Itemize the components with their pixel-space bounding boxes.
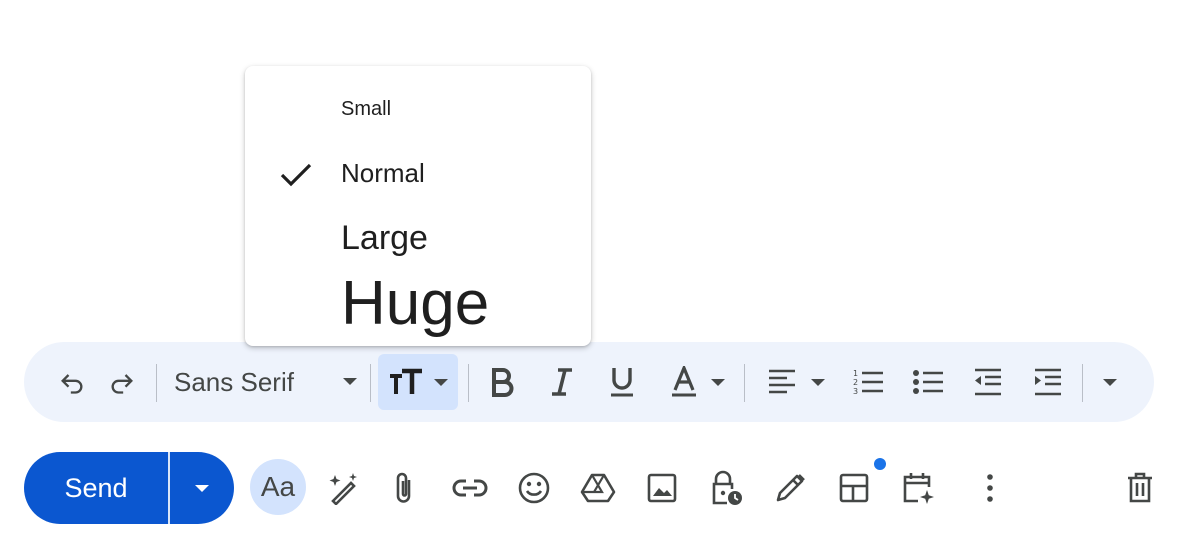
menu-item-label: Large [341,219,428,257]
bold-icon[interactable] [482,356,522,408]
chevron-down-icon [432,375,450,389]
confidential-icon[interactable] [700,462,752,514]
text-size-menu: Small Normal Large Huge [245,66,591,346]
underline-icon[interactable] [602,356,642,408]
send-button-group: Send [24,452,234,524]
undo-icon[interactable] [52,356,92,408]
photo-icon[interactable] [636,462,688,514]
link-icon[interactable] [444,462,496,514]
svg-text:2: 2 [853,378,858,387]
menu-item-huge[interactable]: Huge [245,266,591,342]
formatting-toolbar: Sans Serif 123 [24,342,1154,422]
help-me-write-icon[interactable] [318,462,370,514]
numbered-list-icon[interactable]: 123 [848,356,888,408]
chevron-down-icon [192,481,212,495]
menu-item-label: Normal [341,158,425,188]
italic-icon[interactable] [542,356,582,408]
more-formatting-icon[interactable] [1098,356,1122,408]
toolbar-divider [370,364,371,402]
indent-more-icon[interactable] [1028,356,1068,408]
formatting-options-button[interactable]: Aa [250,459,306,515]
toolbar-divider [156,364,157,402]
bulleted-list-icon[interactable] [908,356,948,408]
send-button[interactable]: Send [24,452,168,524]
text-size-icon [388,366,424,398]
font-family-value: Sans Serif [174,366,294,397]
redo-icon[interactable] [102,356,142,408]
toolbar-divider [468,364,469,402]
schedule-icon[interactable] [892,462,944,514]
toolbar-divider [1082,364,1083,402]
checkmark-icon [279,160,313,190]
drive-icon[interactable] [572,462,624,514]
formatting-options-label: Aa [260,471,296,502]
new-feature-dot [874,458,886,470]
send-options-button[interactable] [170,452,234,524]
menu-item-small[interactable]: Small [245,88,591,128]
toolbar-divider [744,364,745,402]
svg-text:3: 3 [853,387,858,396]
text-color-icon[interactable] [664,356,704,408]
menu-item-label: Huge [341,269,490,338]
align-icon[interactable] [762,356,802,408]
more-options-icon[interactable] [964,462,1016,514]
chevron-down-icon [341,374,359,388]
indent-less-icon[interactable] [968,356,1008,408]
menu-item-large[interactable]: Large [245,214,591,266]
menu-item-normal[interactable]: Normal [245,150,591,198]
chevron-down-icon[interactable] [706,356,730,408]
text-size-button[interactable] [378,354,458,410]
menu-item-label: Small [341,98,392,120]
discard-icon[interactable] [1114,462,1166,514]
svg-text:1: 1 [853,369,858,378]
layouts-icon[interactable] [828,462,880,514]
chevron-down-icon[interactable] [806,356,830,408]
signature-icon[interactable] [764,462,816,514]
font-family-select[interactable]: Sans Serif [174,356,359,408]
attach-icon[interactable] [378,462,430,514]
emoji-icon[interactable] [508,462,560,514]
